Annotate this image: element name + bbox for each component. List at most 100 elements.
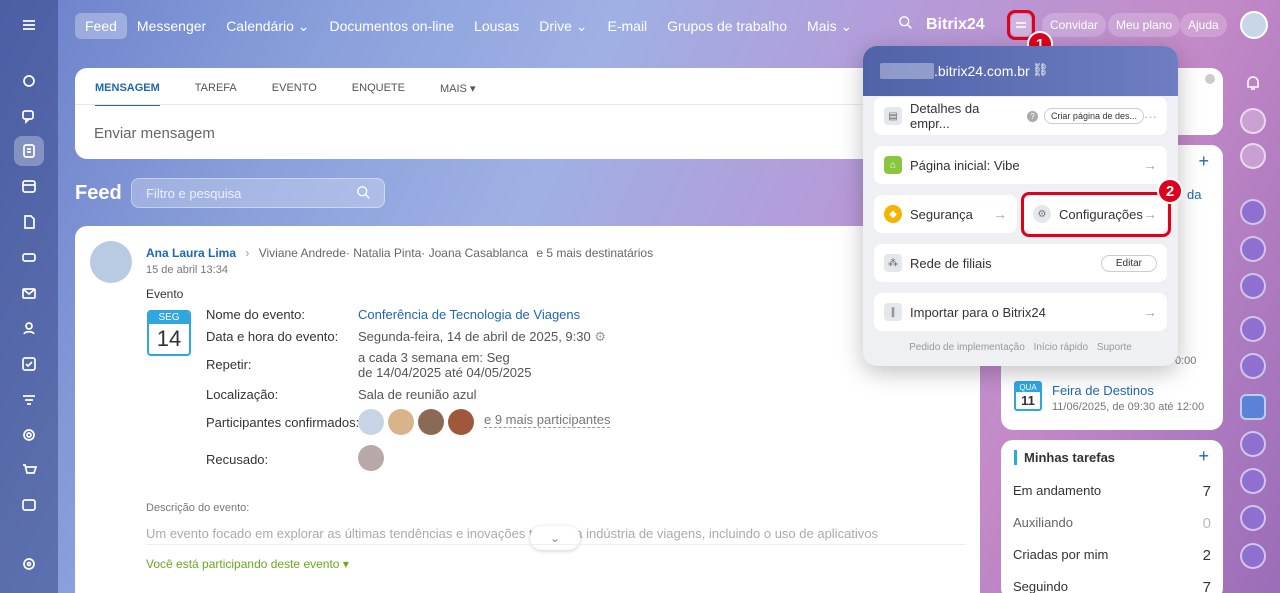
link-icon[interactable]: ⛓ [1032, 62, 1049, 78]
menu-icon[interactable] [14, 10, 44, 40]
refresh-icon[interactable] [14, 66, 44, 96]
help-icon[interactable]: ? [1027, 110, 1038, 122]
nav-workgroups[interactable]: Grupos de trabalho [657, 13, 797, 39]
add-event-icon[interactable]: + [1198, 151, 1209, 172]
settings-gear-icon[interactable] [14, 549, 44, 579]
recipients[interactable]: Viviane Andrede· Natalia Pinta· Joana Ca… [259, 246, 528, 260]
import-item[interactable]: ∥ Importar para o Bitrix24 → [874, 293, 1167, 331]
message-input[interactable]: Enviar mensagem [94, 125, 215, 142]
branch-network-item[interactable]: ⁂ Rede de filiais Editar [874, 244, 1167, 282]
support-link[interactable]: Suporte [1097, 342, 1132, 353]
task-row[interactable]: Auxiliando 0 [1013, 515, 1211, 532]
nav-calendar[interactable]: Calendário ⌄ [216, 13, 319, 40]
tasks-title: Minhas tarefas [1014, 450, 1115, 465]
author-avatar[interactable] [90, 241, 132, 283]
portal-domain[interactable]: .bitrix24.com.br [934, 63, 1030, 79]
help-button[interactable]: Ajuda [1180, 13, 1227, 37]
tab-task[interactable]: TAREFA [195, 82, 237, 106]
participant-avatar[interactable] [388, 409, 414, 435]
participant-avatar[interactable] [358, 409, 384, 435]
nav-email[interactable]: E-mail [598, 13, 658, 39]
search-icon[interactable] [898, 15, 916, 33]
document-icon[interactable] [14, 207, 44, 237]
activity-icon[interactable] [1240, 108, 1266, 134]
shield-icon: ◆ [884, 205, 902, 223]
label-refused: Recusado: [206, 452, 269, 467]
post-date[interactable]: 15 de abril 13:34 [146, 264, 228, 276]
quick-start-link[interactable]: Início rápido [1034, 342, 1088, 353]
contact-card-icon[interactable] [14, 490, 44, 520]
security-item[interactable]: ◆ Segurança → [874, 195, 1017, 233]
app-circle-icon[interactable] [1240, 353, 1266, 379]
nav-messenger[interactable]: Messenger [127, 13, 216, 39]
expand-chevron-button[interactable]: ⌄ [530, 526, 580, 550]
create-page-button[interactable]: Criar página de des... [1043, 108, 1144, 124]
nav-more[interactable]: Mais ⌄ [797, 13, 862, 40]
participant-avatar[interactable] [418, 409, 444, 435]
event-link-fragment[interactable]: da [1187, 187, 1201, 202]
event-name-link[interactable]: Conferência de Tecnologia de Viagens [358, 307, 580, 322]
search-input[interactable]: Filtro e pesquisa [131, 178, 385, 208]
nav-drive[interactable]: Drive ⌄ [529, 13, 597, 40]
help-icon[interactable] [1205, 74, 1215, 84]
nav-documents[interactable]: Documentos on-line [320, 13, 465, 39]
company-details-item[interactable]: ▤ Detalhes da empr... ? Criar página de … [874, 97, 1167, 135]
mail-icon[interactable] [14, 278, 44, 308]
feed-icon[interactable] [14, 136, 44, 166]
my-plan-button[interactable]: Meu plano [1108, 13, 1181, 37]
chat-bubble-icon[interactable] [1240, 143, 1266, 169]
tab-more[interactable]: MAIS ▾ [440, 82, 475, 106]
app-circle-icon[interactable] [1240, 316, 1266, 342]
participation-status[interactable]: Você está participando deste evento ▾ [146, 557, 349, 571]
tab-poll[interactable]: ENQUETE [352, 82, 405, 106]
tasks-icon[interactable] [14, 349, 44, 379]
more-participants-link[interactable]: e 9 mais participantes [484, 412, 611, 428]
repeat-line-2: de 14/04/2025 até 04/05/2025 [358, 365, 532, 380]
task-row[interactable]: Seguindo 7 [1013, 579, 1211, 593]
cart-icon[interactable] [14, 455, 44, 485]
chat-icon[interactable] [14, 101, 44, 131]
app-circle-icon[interactable] [1240, 543, 1266, 569]
tab-event[interactable]: EVENTO [272, 82, 317, 106]
nav-boards[interactable]: Lousas [464, 13, 529, 39]
id-card-icon: ▤ [884, 107, 902, 125]
tab-message[interactable]: MENSAGEM [95, 82, 160, 106]
bookmark-icon[interactable] [1240, 394, 1266, 420]
groups-icon[interactable] [14, 313, 44, 343]
participant-avatar[interactable] [448, 409, 474, 435]
app-circle-icon[interactable] [1240, 273, 1266, 299]
app-circle-icon[interactable] [1240, 199, 1266, 225]
brand-logo[interactable]: Bitrix24 [926, 16, 985, 34]
task-row[interactable]: Criadas por mim 2 [1013, 547, 1211, 564]
more-icon[interactable]: ··· [1144, 109, 1157, 124]
home-page-item[interactable]: ⌂ Página inicial: Vibe → [874, 146, 1167, 184]
task-row[interactable]: Em andamento 7 [1013, 483, 1211, 500]
security-label: Segurança [910, 206, 973, 222]
app-circle-icon[interactable] [1240, 236, 1266, 262]
invite-button[interactable]: Convidar [1042, 13, 1107, 37]
event-title-link[interactable]: Feira de Destinos [1052, 383, 1154, 398]
timezone-icon: ⚙ [594, 329, 607, 344]
edit-button[interactable]: Editar [1100, 254, 1157, 272]
drive-icon[interactable] [14, 242, 44, 272]
task-count: 7 [1202, 579, 1211, 593]
more-recipients[interactable]: e 5 mais destinatários [536, 246, 653, 260]
app-circle-icon[interactable] [1240, 468, 1266, 494]
brand-text: Bitrix24 [926, 16, 985, 33]
app-circle-icon[interactable] [1240, 431, 1266, 457]
composer-tabs: MENSAGEM TAREFA EVENTO ENQUETE MAIS ▾ [95, 82, 475, 106]
user-avatar[interactable] [1240, 11, 1268, 39]
calendar-weekday: SEG [149, 312, 189, 324]
add-task-icon[interactable]: + [1198, 446, 1209, 467]
tasks-widget: Minhas tarefas + Em andamento 7 Auxiliand… [1001, 440, 1223, 593]
network-icon: ⁂ [884, 254, 902, 272]
calendar-icon[interactable] [14, 171, 44, 201]
nav-feed[interactable]: Feed [75, 13, 127, 39]
refused-avatar[interactable] [358, 445, 384, 471]
filter-icon[interactable] [14, 385, 44, 415]
implementation-request-link[interactable]: Pedido de implementação [909, 342, 1025, 353]
notification-bell-icon[interactable] [1243, 73, 1263, 93]
author-name[interactable]: Ana Laura Lima [146, 246, 236, 260]
target-icon[interactable] [14, 420, 44, 450]
app-circle-icon[interactable] [1240, 505, 1266, 531]
